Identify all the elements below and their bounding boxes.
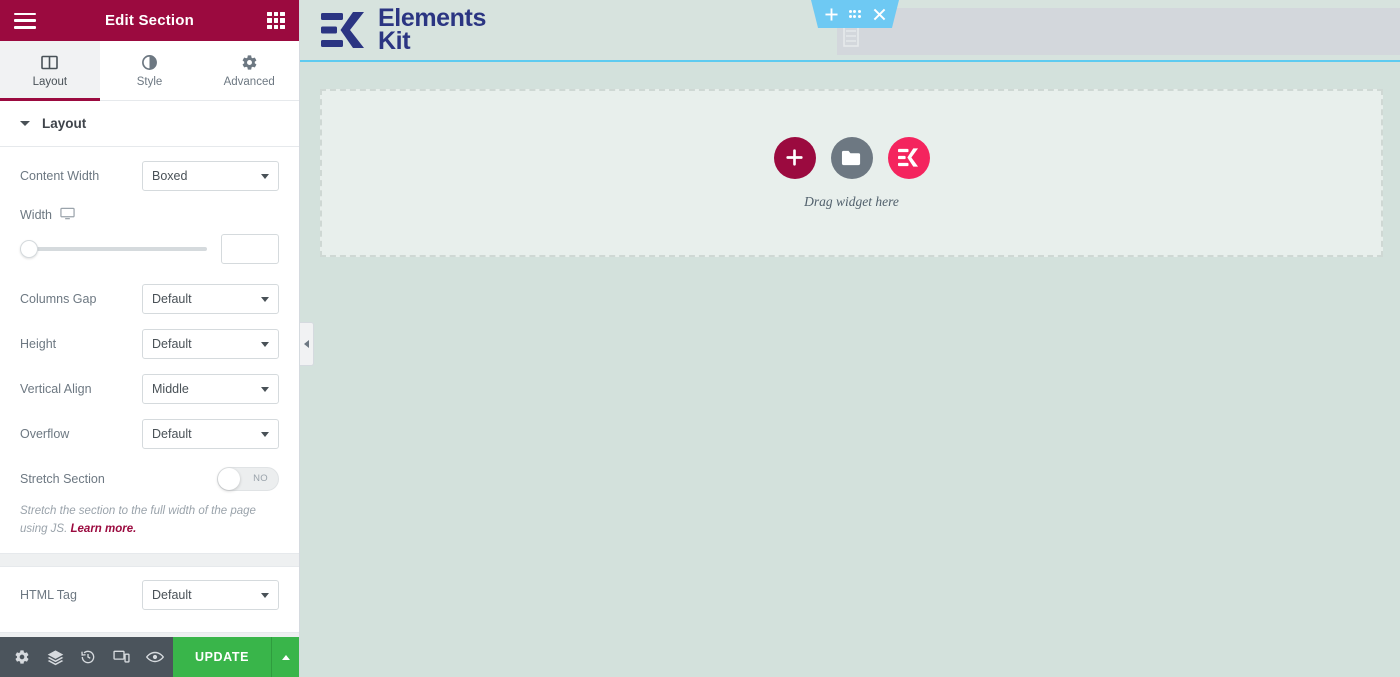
stretch-section-label: Stretch Section	[20, 471, 105, 486]
section-divider-2	[0, 631, 299, 637]
content-width-select[interactable]: Boxed	[142, 160, 279, 191]
panel-footer: UPDATE	[0, 637, 300, 677]
caret-up-icon	[281, 654, 290, 660]
stretch-section-help: Stretch the section to the full width of…	[20, 501, 279, 539]
html-tag-group: HTML Tag Default	[0, 567, 299, 632]
stretch-section-help-text: Stretch the section to the full width of…	[20, 505, 256, 535]
learn-more-link[interactable]: Learn more.	[71, 523, 137, 535]
elementskit-logo-icon	[321, 12, 364, 48]
editor-canvas: Elements Kit Drag widget here	[300, 0, 1400, 677]
stretch-section-toggle[interactable]: NO	[217, 466, 279, 491]
tab-advanced-label: Advanced	[223, 75, 275, 88]
control-overflow: Overflow Default	[20, 411, 279, 456]
height-label: Height	[20, 336, 57, 351]
elementskit-widget-button[interactable]	[887, 136, 930, 179]
plus-icon[interactable]	[824, 7, 838, 21]
section-layout-title: Layout	[42, 116, 87, 131]
control-columns-gap: Columns Gap Default	[20, 276, 279, 321]
tab-advanced[interactable]: Advanced	[199, 41, 300, 100]
html-tag-select[interactable]: Default	[142, 580, 279, 611]
settings-gear-icon[interactable]	[6, 637, 37, 677]
control-content-width: Content Width Boxed	[20, 153, 279, 198]
site-logo-text: Elements Kit	[378, 6, 486, 55]
overflow-label: Overflow	[20, 426, 70, 441]
layout-columns-icon	[41, 54, 59, 71]
hamburger-menu-icon[interactable]	[14, 12, 36, 29]
elementskit-mark-icon	[898, 148, 919, 167]
widget-add-buttons	[773, 136, 930, 179]
height-value: Default	[152, 336, 192, 351]
history-icon[interactable]	[73, 637, 104, 677]
elementor-editor: Edit Section Layout Style Advanced Layou…	[0, 0, 1400, 677]
width-slider-thumb[interactable]	[20, 240, 38, 258]
control-width-label-row: Width	[20, 198, 279, 232]
panel-title: Edit Section	[104, 12, 195, 29]
tab-style-label: Style	[136, 75, 163, 88]
add-widget-button[interactable]	[773, 136, 816, 179]
header-menu-placeholder[interactable]	[837, 8, 1400, 55]
panel-body: Layout Content Width Boxed Width Columns…	[0, 101, 299, 637]
html-tag-value: Default	[152, 588, 192, 603]
drag-widget-label: Drag widget here	[804, 193, 899, 209]
width-slider-track	[20, 247, 207, 251]
stretch-section-toggle-state: NO	[253, 473, 268, 484]
preview-eye-icon[interactable]	[140, 637, 171, 677]
panel-tabs: Layout Style Advanced	[0, 41, 300, 101]
tab-layout-label: Layout	[32, 75, 68, 88]
overflow-value: Default	[152, 426, 192, 441]
update-button[interactable]: UPDATE	[172, 637, 272, 677]
editor-panel: Edit Section Layout Style Advanced Layou…	[0, 0, 300, 677]
caret-down-icon	[20, 121, 30, 126]
section-widget-dropzone[interactable]: Drag widget here	[320, 89, 1383, 257]
panel-collapse-toggle[interactable]	[300, 322, 314, 366]
control-vertical-align: Vertical Align Middle	[20, 366, 279, 411]
column-handle-icon[interactable]	[843, 25, 859, 47]
vertical-align-label: Vertical Align	[20, 381, 92, 396]
content-width-value: Boxed	[152, 168, 188, 183]
site-logo[interactable]: Elements Kit	[320, 6, 486, 55]
layout-controls-group: Content Width Boxed Width Columns Gap De…	[0, 147, 299, 553]
drag-dots-icon[interactable]	[848, 10, 862, 18]
logo-line-2: Kit	[378, 27, 411, 55]
apps-grid-icon[interactable]	[267, 11, 285, 30]
content-width-label: Content Width	[20, 168, 100, 183]
update-options-caret[interactable]	[271, 637, 300, 677]
overflow-select[interactable]: Default	[142, 418, 279, 449]
responsive-mode-icon[interactable]	[106, 637, 137, 677]
section-divider	[0, 552, 299, 567]
vertical-align-select[interactable]: Middle	[142, 373, 279, 404]
section-toolbar-handle	[811, 0, 899, 28]
width-slider[interactable]	[20, 240, 207, 258]
close-x-icon[interactable]	[873, 8, 886, 21]
control-stretch-section: Stretch Section NO	[20, 456, 279, 501]
panel-header: Edit Section	[0, 0, 299, 41]
control-html-tag: HTML Tag Default	[20, 573, 279, 618]
control-height: Height Default	[20, 321, 279, 366]
desktop-icon[interactable]	[60, 206, 75, 224]
toggle-knob	[218, 467, 240, 490]
tab-layout[interactable]: Layout	[0, 41, 100, 101]
columns-gap-value: Default	[152, 291, 192, 306]
columns-gap-select[interactable]: Default	[142, 283, 279, 314]
update-button-group: UPDATE	[172, 637, 300, 677]
html-tag-label: HTML Tag	[20, 588, 77, 603]
contrast-circle-icon	[141, 54, 158, 71]
drag-dots-grid	[848, 10, 862, 18]
vertical-align-value: Middle	[152, 381, 189, 396]
chevron-left-icon	[304, 340, 309, 348]
section-layout-header[interactable]: Layout	[0, 101, 299, 147]
template-library-button[interactable]	[830, 136, 873, 179]
columns-gap-label: Columns Gap	[20, 291, 97, 306]
width-input[interactable]	[221, 234, 279, 264]
width-label: Width	[20, 208, 52, 222]
tab-style[interactable]: Style	[99, 41, 200, 100]
width-label-wrap: Width	[20, 206, 75, 224]
control-width-slider-row	[20, 232, 279, 276]
layers-navigator-icon[interactable]	[39, 637, 70, 677]
gear-icon	[241, 54, 258, 71]
height-select[interactable]: Default	[142, 328, 279, 359]
